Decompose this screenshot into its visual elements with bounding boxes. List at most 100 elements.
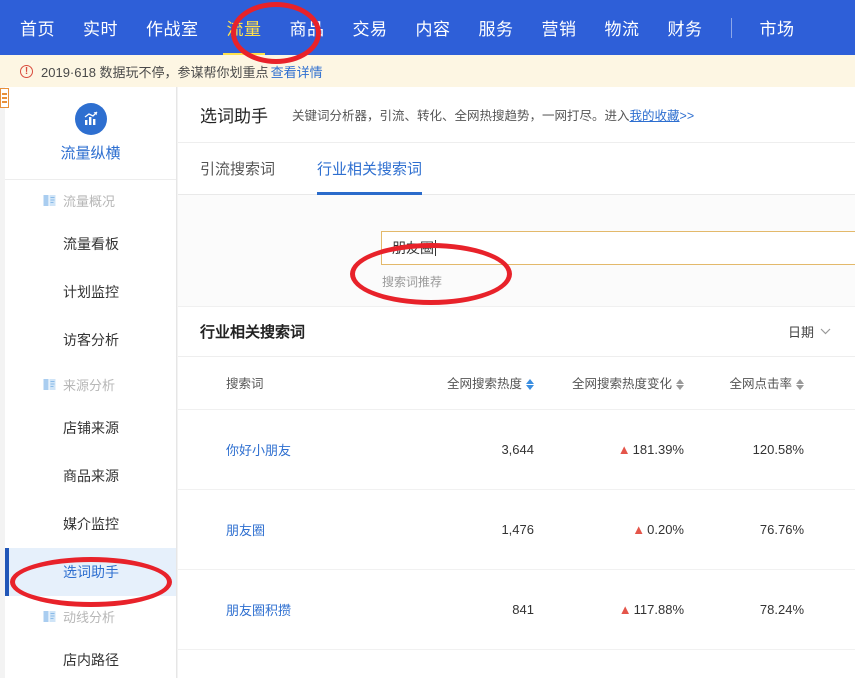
sidebar-item-0-1[interactable]: 计划监控 xyxy=(5,268,176,316)
table-column-header-2[interactable]: 全网搜索热度变化 xyxy=(538,357,688,410)
sidebar-section-label: 动线分析 xyxy=(63,609,116,625)
sort-arrows-icon[interactable] xyxy=(796,379,804,391)
chart-trend-icon xyxy=(74,103,107,135)
keyword-link[interactable]: 朋友圈积攒 xyxy=(178,569,418,650)
search-heat-value: 841 xyxy=(418,569,538,650)
search-input-value: 朋友圈 xyxy=(392,240,434,256)
overflow-cell xyxy=(808,569,855,650)
click-through-rate-value: 76.76% xyxy=(688,489,808,570)
change-percent: 0.20% xyxy=(647,521,684,537)
exclamation-circle-icon: ! xyxy=(20,64,33,78)
page-title: 选词助手 xyxy=(200,107,268,126)
panel-toggle-handle[interactable] xyxy=(0,88,9,108)
keywords-table: 搜索词 全网搜索热度 全网搜索热度变化 全网点击率 全 你好小朋友3,644▲181.3… xyxy=(178,357,855,650)
sidebar-item-2-0[interactable]: 店内路径 xyxy=(5,636,176,678)
nav-item-5[interactable]: 交易 xyxy=(353,15,388,40)
sidebar-item-1-3[interactable]: 选词助手 xyxy=(5,548,176,596)
subtitle-arrows: >> xyxy=(679,109,695,123)
sidebar-item-0-2[interactable]: 访客分析 xyxy=(5,316,176,364)
tab-0[interactable]: 引流搜索词 xyxy=(200,143,275,195)
table-row: 朋友圈 1,476 ▲ 0.20% 76.76% xyxy=(178,489,855,570)
sidebar-section-header: 来源分析 xyxy=(5,364,176,404)
search-zone: 朋友圈 搜索词推荐 xyxy=(178,195,855,307)
document-list-icon xyxy=(43,610,56,623)
table-column-label: 全网搜索热度 xyxy=(446,377,522,392)
search-hint-text: 搜索词推荐 xyxy=(382,275,443,289)
nav-item-3[interactable]: 流量 xyxy=(227,15,262,40)
nav-item-9[interactable]: 物流 xyxy=(605,15,640,40)
date-dropdown[interactable]: 日期 xyxy=(788,322,831,341)
change-percent: 181.39% xyxy=(632,441,684,457)
table-column-label: 全网点击率 xyxy=(729,377,792,392)
tab-bar: 引流搜索词 行业相关搜索词 xyxy=(178,143,855,195)
overflow-cell xyxy=(808,409,855,490)
sort-arrows-icon[interactable] xyxy=(676,379,684,391)
tab-1[interactable]: 行业相关搜索词 xyxy=(317,143,423,195)
search-input[interactable]: 朋友圈 xyxy=(381,231,855,265)
sidebar-section-header: 流量概况 xyxy=(5,180,176,220)
table-header-row: 搜索词 全网搜索热度 全网搜索热度变化 全网点击率 全 xyxy=(178,357,855,410)
table-column-header-0: 搜索词 xyxy=(178,357,418,410)
nav-item-7[interactable]: 服务 xyxy=(479,15,514,40)
sidebar-item-1-0[interactable]: 店铺来源 xyxy=(5,404,176,452)
my-favorites-link[interactable]: 我的收藏 xyxy=(630,109,680,123)
table-row: 朋友圈积攒 841 ▲ 117.88% 78.24% xyxy=(178,569,855,650)
table-body: 你好小朋友 3,644 ▲ 181.39% 120.58% 朋友圈 1,476 ▲ 0.20% 7… xyxy=(178,409,855,650)
sidebar-section-label: 流量概况 xyxy=(63,193,116,209)
nav-item-0[interactable]: 首页 xyxy=(20,15,55,40)
keyword-link[interactable]: 你好小朋友 xyxy=(178,409,418,490)
sidebar-brand[interactable]: 流量纵横 xyxy=(5,87,176,180)
results-panel-header: 行业相关搜索词 日期 xyxy=(178,307,855,357)
notice-link[interactable]: 查看详情 xyxy=(271,62,323,81)
sidebar-item-1-2[interactable]: 媒介监控 xyxy=(5,500,176,548)
arrow-up-icon: ▲ xyxy=(632,521,646,537)
subtitle-text: 关键词分析器，引流、转化、全网热搜趋势，一网打尽。进入 xyxy=(292,109,630,123)
keyword-link[interactable]: 朋友圈 xyxy=(178,489,418,570)
top-navigation-bar: 首页 实时 作战室 流量 商品 交易 内容 服务 营销 物流 财务 市场 xyxy=(0,0,855,55)
page-root: 首页 实时 作战室 流量 商品 交易 内容 服务 营销 物流 财务 市场 ! 2019·618 数据玩… xyxy=(0,0,855,678)
document-list-icon xyxy=(43,194,56,207)
nav-item-11[interactable]: 市场 xyxy=(760,15,795,40)
sidebar-section-label: 来源分析 xyxy=(63,377,116,393)
nav-item-6[interactable]: 内容 xyxy=(416,15,451,40)
nav-item-8[interactable]: 营销 xyxy=(542,15,577,40)
notice-bar: ! 2019·618 数据玩不停，参谋帮你划重点 查看详情 xyxy=(0,55,855,87)
overflow-cell xyxy=(808,489,855,570)
main-content: 选词助手 关键词分析器，引流、转化、全网热搜趋势，一网打尽。进入我的收藏>> 引… xyxy=(178,87,855,678)
main-header: 选词助手 关键词分析器，引流、转化、全网热搜趋势，一网打尽。进入我的收藏>> xyxy=(178,87,855,143)
chevron-down-icon xyxy=(820,328,831,335)
page-subtitle: 关键词分析器，引流、转化、全网热搜趋势，一网打尽。进入我的收藏>> xyxy=(292,105,694,124)
date-dropdown-label: 日期 xyxy=(787,325,814,340)
handle-line-icon xyxy=(2,93,7,95)
sidebar: 流量纵横 流量概况流量看板 计划监控 访客分析来源分析店铺来源 商品来源 媒介监控 选词助… xyxy=(5,87,177,678)
table-row: 你好小朋友 3,644 ▲ 181.39% 120.58% xyxy=(178,409,855,490)
table-column-header-4[interactable]: 全 xyxy=(808,357,855,410)
table-column-label: 全网搜索热度变化 xyxy=(571,377,672,392)
nav-item-2[interactable]: 作战室 xyxy=(146,15,199,40)
nav-item-1[interactable]: 实时 xyxy=(83,15,118,40)
table-column-header-3[interactable]: 全网点击率 xyxy=(688,357,808,410)
nav-item-10[interactable]: 财务 xyxy=(668,15,703,40)
table-column-label: 搜索词 xyxy=(226,377,264,392)
arrow-up-icon: ▲ xyxy=(618,601,632,617)
click-through-rate-value: 78.24% xyxy=(688,569,808,650)
search-heat-change-value: ▲ 0.20% xyxy=(538,489,688,570)
search-heat-change-value: ▲ 117.88% xyxy=(538,569,688,650)
table-column-header-1[interactable]: 全网搜索热度 xyxy=(418,357,538,410)
sidebar-item-0-0[interactable]: 流量看板 xyxy=(5,220,176,268)
document-list-icon xyxy=(43,378,56,391)
change-percent: 117.88% xyxy=(633,601,684,617)
nav-separator xyxy=(730,17,732,38)
sidebar-item-1-1[interactable]: 商品来源 xyxy=(5,452,176,500)
handle-line-icon xyxy=(2,97,7,99)
sidebar-menu: 流量概况流量看板 计划监控 访客分析来源分析店铺来源 商品来源 媒介监控 选词助手动线分析… xyxy=(5,180,176,678)
text-caret-icon xyxy=(435,240,436,256)
handle-line-icon xyxy=(2,101,7,103)
results-panel-title: 行业相关搜索词 xyxy=(200,324,306,341)
notice-text: 2019·618 数据玩不停，参谋帮你划重点 xyxy=(41,64,269,80)
sidebar-section-header: 动线分析 xyxy=(5,596,176,636)
nav-item-4[interactable]: 商品 xyxy=(290,15,325,40)
sidebar-brand-name: 流量纵横 xyxy=(60,145,121,162)
click-through-rate-value: 120.58% xyxy=(688,409,808,490)
sort-arrows-icon[interactable] xyxy=(526,379,534,391)
